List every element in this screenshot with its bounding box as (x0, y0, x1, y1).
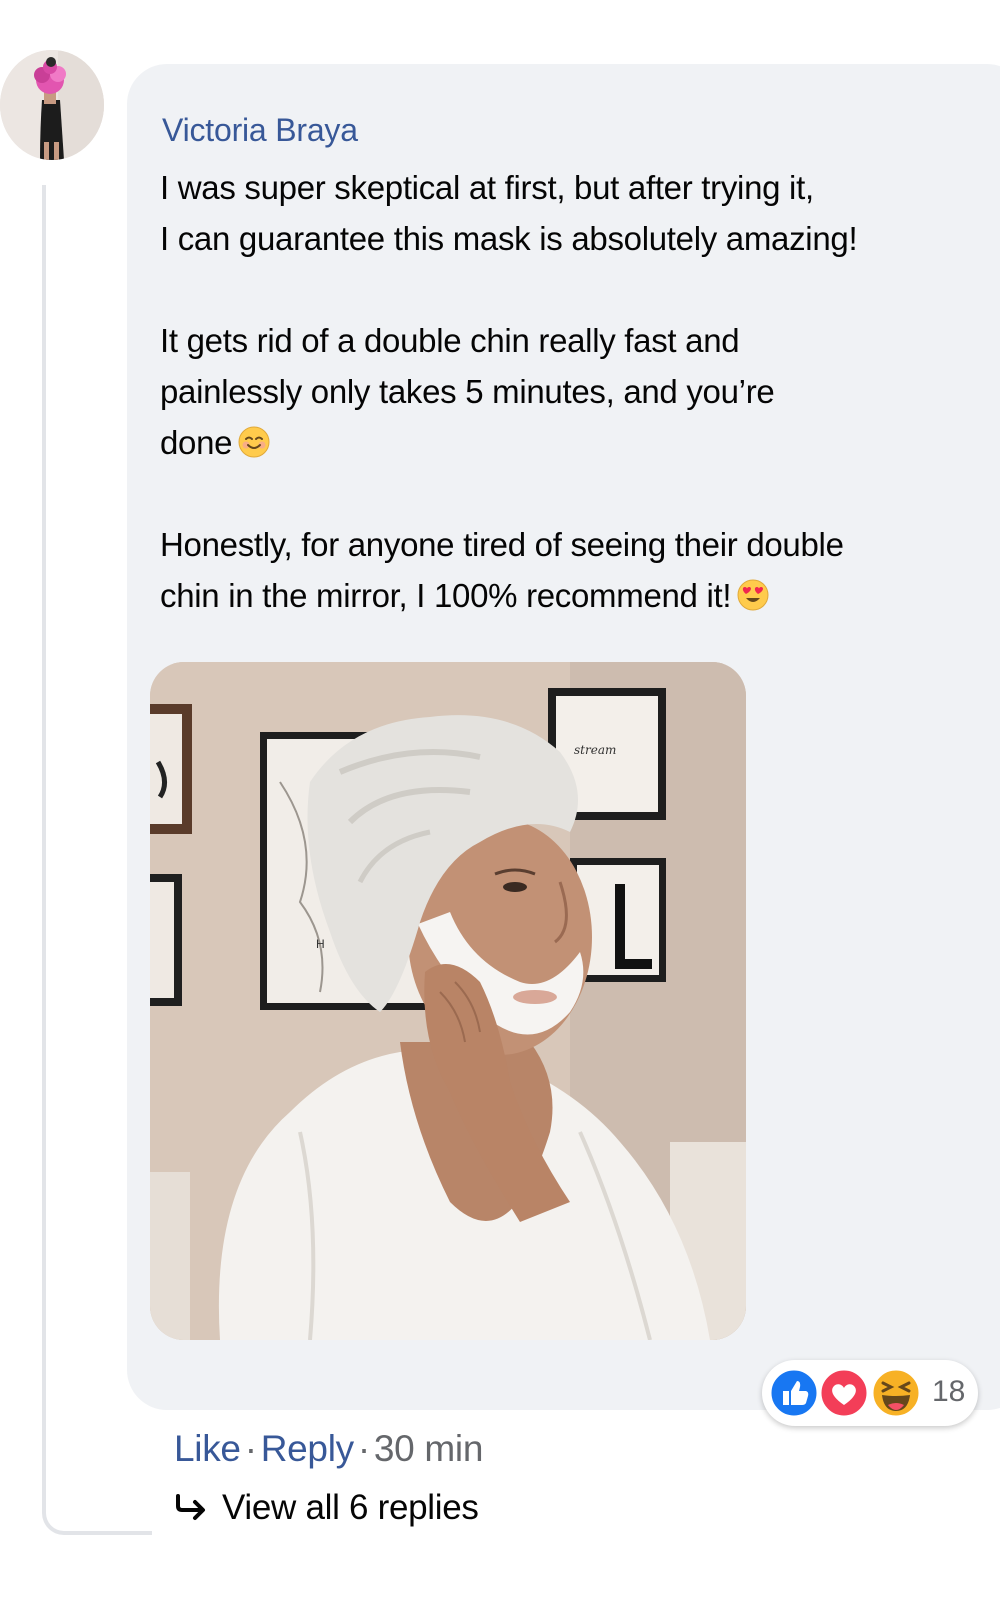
reply-arrow-icon (174, 1491, 210, 1521)
comment-line-text: chin in the mirror, I 100% recommend it! (160, 577, 732, 614)
like-button[interactable]: Like (174, 1428, 241, 1469)
reactions-summary[interactable]: 18 (762, 1360, 978, 1426)
view-replies-label[interactable]: View all 6 replies (222, 1488, 479, 1527)
comment-paragraph: It gets rid of a double chin really fast… (160, 315, 990, 468)
comment-line: It gets rid of a double chin really fast… (160, 322, 740, 359)
avatar[interactable] (0, 50, 104, 160)
reply-button[interactable]: Reply (261, 1428, 354, 1469)
comment-thread: Victoria Braya I was super skeptical at … (0, 0, 1000, 1600)
heart-eyes-emoji-icon (737, 579, 769, 611)
action-separator: · (357, 1428, 370, 1469)
comment-author[interactable]: Victoria Braya (162, 112, 358, 149)
comment-line: done (160, 417, 990, 468)
poster-letter: H (316, 937, 325, 951)
comment-line: chin in the mirror, I 100% recommend it! (160, 570, 990, 621)
comment-line: I was super skeptical at first, but afte… (160, 169, 814, 206)
comment-line-text: done (160, 424, 233, 461)
love-icon (818, 1367, 870, 1419)
comment-line: Honestly, for anyone tired of seeing the… (160, 526, 844, 563)
comment-photo[interactable]: H stream (150, 662, 746, 1340)
like-icon (768, 1367, 820, 1419)
comment-actions: Like · Reply · 30 min (174, 1428, 483, 1470)
comment-paragraph: I was super skeptical at first, but afte… (160, 162, 990, 264)
frame-script-text: stream (574, 743, 616, 757)
comment-line: I can guarantee this mask is absolutely … (160, 220, 858, 257)
reaction-count: 18 (932, 1375, 966, 1408)
comment-paragraph: Honestly, for anyone tired of seeing the… (160, 519, 990, 621)
action-separator: · (244, 1428, 257, 1469)
smiling-face-emoji-icon (238, 426, 270, 458)
comment-line: painlessly only takes 5 minutes, and you… (160, 373, 775, 410)
comment-timestamp[interactable]: 30 min (374, 1428, 484, 1469)
haha-icon (870, 1367, 922, 1419)
view-replies-link[interactable]: View all 6 replies (174, 1488, 479, 1528)
